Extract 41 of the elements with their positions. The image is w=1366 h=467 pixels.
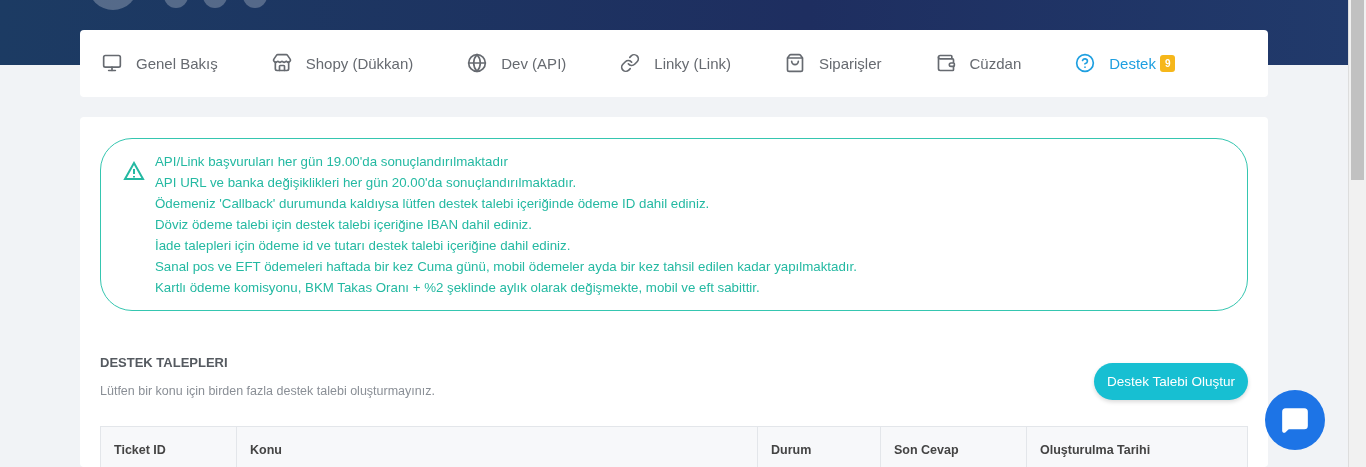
- nav-tab[interactable]: Cüzdan: [935, 53, 1022, 74]
- nav-tab[interactable]: Genel Bakış: [102, 53, 218, 74]
- column-header: Oluşturulma Tarihi: [1026, 427, 1247, 467]
- column-header: Konu: [236, 427, 757, 467]
- notice-line: Sanal pos ve EFT ödemeleri haftada bir kez Cuma günü, mobil ödemeler ayda bir kez tahsil edilen kadar yapılmaktadır.: [155, 258, 857, 276]
- nav-tab[interactable]: Dev (API): [467, 53, 567, 74]
- nav-tab[interactable]: Destek 9: [1075, 53, 1176, 74]
- help-icon: [1075, 53, 1096, 74]
- shopping-bag-icon: [785, 53, 805, 74]
- nav-tab-label: Siparişler: [819, 54, 882, 72]
- notice-line: API/Link başvuruları her gün 19.00'da sonuçlandırılmaktadır: [155, 153, 509, 171]
- nav-tab-label: Genel Bakış: [136, 54, 218, 72]
- chat-icon: [1281, 406, 1309, 434]
- nav-tab[interactable]: Linky (Link): [620, 53, 731, 74]
- nav-tab[interactable]: Shopy (Dükkan): [271, 53, 414, 74]
- nav-tab-label: Shopy (Dükkan): [305, 54, 414, 72]
- monitor-icon: [102, 53, 122, 74]
- scrollbar-thumb[interactable]: [1351, 0, 1364, 180]
- warning-icon: [123, 161, 145, 181]
- chat-button[interactable]: [1265, 390, 1325, 450]
- scrollbar[interactable]: [1348, 0, 1366, 467]
- section-title: DESTEK TALEPLERI: [100, 355, 229, 370]
- notice-line: API URL ve banka değişiklikleri her gün 20.00'da sonuçlandırılmaktadır.: [155, 174, 578, 192]
- nav-tab-label: Destek: [1109, 54, 1156, 72]
- column-header: Son Cevap: [880, 427, 1026, 467]
- store-icon: [271, 53, 292, 74]
- nav-tab-label: Cüzdan: [969, 54, 1022, 72]
- nav-tab-label: Linky (Link): [654, 54, 731, 72]
- wallet-icon: [935, 53, 956, 74]
- count-badge: 9: [1159, 54, 1176, 72]
- notice-line: Döviz ödeme talebi için destek talebi içeriğine IBAN dahil ediniz.: [155, 216, 533, 234]
- column-header: Durum: [757, 427, 880, 467]
- globe-icon: [467, 53, 488, 74]
- column-header: Ticket ID: [113, 442, 167, 459]
- section-subtitle: Lütfen bir konu için birden fazla destek talebi oluşturmayınız.: [100, 384, 435, 398]
- link-icon: [620, 53, 641, 74]
- notice-line: İade talepleri için ödeme id ve tutarı destek talebi içeriğine dahil ediniz.: [155, 237, 572, 255]
- nav-tab[interactable]: Siparişler: [785, 53, 882, 74]
- nav-tab-label: Dev (API): [501, 54, 567, 72]
- notice-line: Ödemeniz 'Callback' durumunda kaldıysa lütfen destek talebi içeriğinde ödeme ID dahil ediniz.: [155, 195, 711, 213]
- notice-line: Kartlı ödeme komisyonu, BKM Takas Oranı + %2 şeklinde aylık olarak değişmekte, mobil ve eft sabittir.: [155, 279, 761, 297]
